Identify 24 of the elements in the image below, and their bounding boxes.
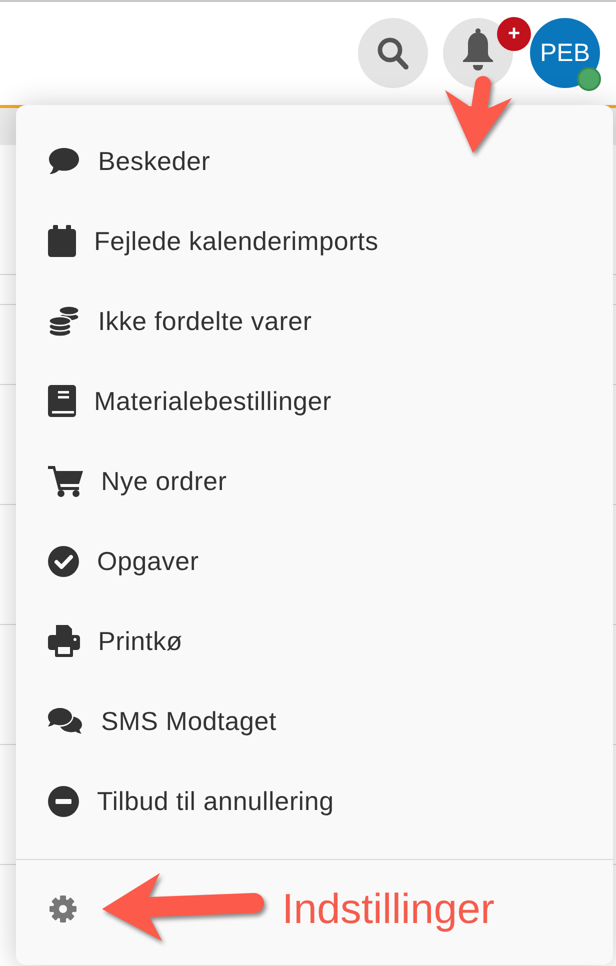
menu-item[interactable]: Ikke fordelte varer [48,301,312,341]
calendar-icon [48,225,76,257]
user-avatar[interactable]: PEB [530,18,600,88]
menu-item[interactable]: Tilbud til annullering [48,781,334,821]
menu-item[interactable]: Beskeder [48,141,210,181]
cart-icon [48,465,83,497]
speech-bubble-icon [48,147,80,175]
menu-item[interactable]: Fejlede kalenderimports [48,221,378,261]
book-icon [48,385,76,417]
chat-bubbles-icon [48,707,83,735]
coins-icon [48,305,80,337]
menu-item[interactable]: Printkø [48,621,182,661]
search-icon [377,36,409,70]
bell-icon [462,28,494,72]
notification-badge: + [497,17,531,51]
settings-icon[interactable] [49,895,77,923]
menu-item[interactable]: Opgaver [48,541,199,581]
callout-label: Indstillinger [282,888,494,930]
menu-item[interactable]: SMS Modtaget [48,701,277,741]
menu-item[interactable]: Materialebestillinger [48,381,332,421]
minus-circle-icon [48,786,79,816]
check-circle-icon [48,546,79,576]
menu-item[interactable]: Nye ordrer [48,461,227,501]
printer-icon [48,625,80,657]
